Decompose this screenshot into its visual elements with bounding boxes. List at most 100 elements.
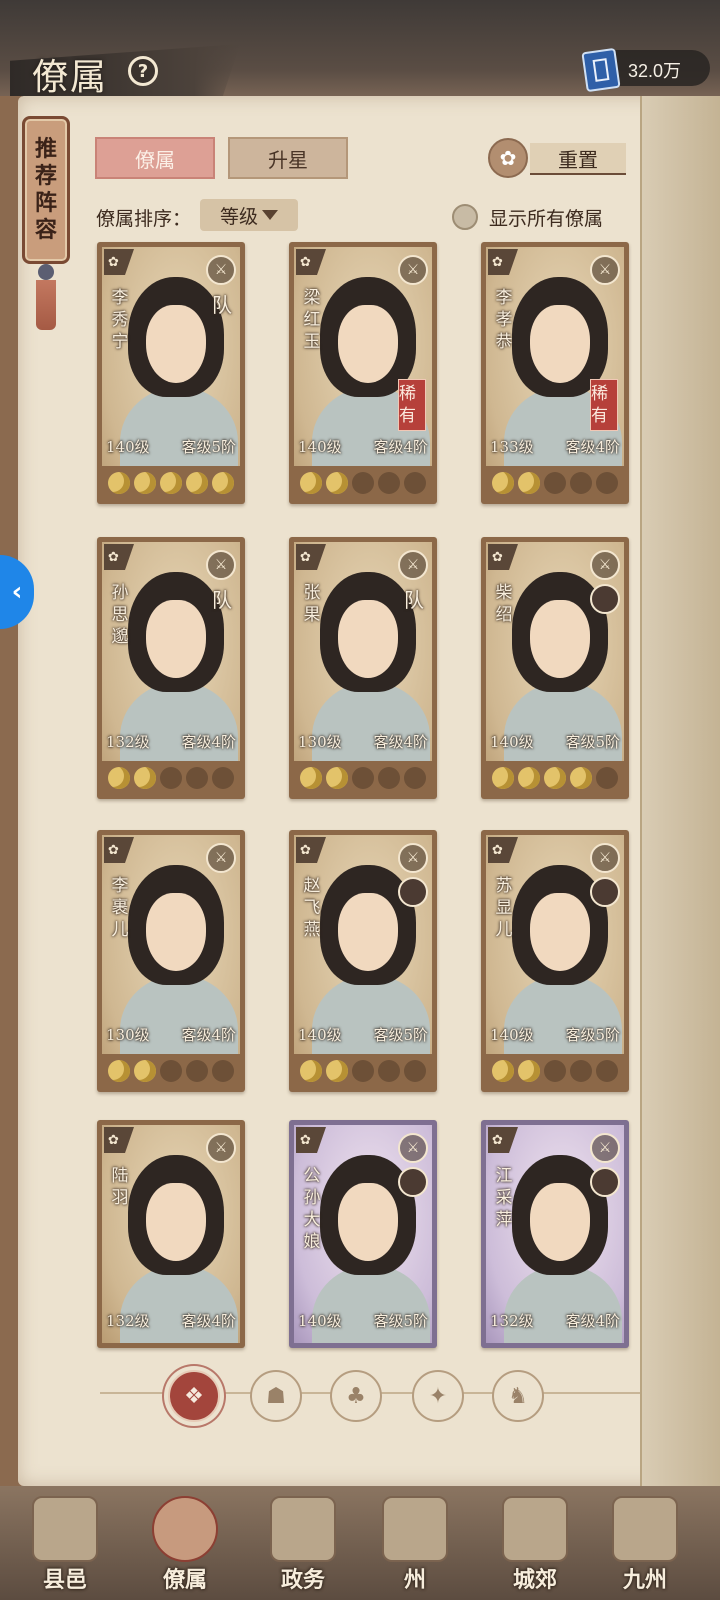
- retainer-level: 140级: [298, 1026, 342, 1044]
- name-char: 李: [111, 876, 129, 896]
- nav-item-prefecture[interactable]: 州: [370, 1496, 460, 1596]
- name-char: 羽: [111, 1188, 129, 1208]
- show-all-checkbox[interactable]: [452, 204, 478, 230]
- rare-badge: 稀有: [590, 379, 618, 431]
- retainer-card[interactable]: ✿ ⚔ 江采萍 132级 客级4阶: [481, 1120, 629, 1348]
- star-icon: [300, 471, 322, 494]
- name-char: 宁: [111, 332, 129, 352]
- star-icon: [378, 471, 400, 494]
- retainer-level: 132级: [106, 1312, 150, 1330]
- avatar: [590, 877, 620, 907]
- retainer-rank: 客级4阶: [373, 733, 428, 751]
- star-icon: [352, 766, 374, 789]
- star-icon: [160, 1059, 182, 1082]
- name-char: 孙: [111, 583, 129, 603]
- star-icon: [326, 1059, 348, 1082]
- retainer-card[interactable]: ✿ ⚔ 公孙大娘 140级 客级5阶: [289, 1120, 437, 1348]
- reset-button[interactable]: 重置: [530, 143, 626, 175]
- name-char: 陆: [111, 1166, 129, 1186]
- tab-retainers[interactable]: 僚属: [95, 137, 215, 179]
- recommended-lineup-button[interactable]: 推 荐 阵 容: [22, 116, 70, 264]
- faction-icon: ✿: [296, 249, 326, 275]
- gourd-filter-icon[interactable]: ♣: [330, 1370, 382, 1422]
- card-info: 132级 客级4阶: [102, 731, 240, 752]
- retainer-rank: 客级4阶: [181, 1312, 236, 1330]
- scholar-filter-icon[interactable]: ☗: [250, 1370, 302, 1422]
- retainer-level: 130级: [298, 733, 342, 751]
- portrait-face: [338, 893, 398, 971]
- retainer-card[interactable]: ✿ ⚔ 苏显儿 140级 客级5阶: [481, 830, 629, 1092]
- role-icon: ⚔: [398, 550, 428, 580]
- retainer-card[interactable]: ✿ ⚔ 李秀宁 队 140级 客级5阶: [97, 242, 245, 504]
- sort-label: 僚属排序：: [96, 208, 192, 230]
- star-icon: [492, 1059, 514, 1082]
- star-icon: [160, 471, 182, 494]
- star-icon: [108, 766, 130, 789]
- reset-icon[interactable]: ✿: [488, 138, 528, 178]
- portrait-face: [146, 893, 206, 971]
- fan-filter-icon[interactable]: ✦: [412, 1370, 464, 1422]
- nav-item-town[interactable]: 县邑: [20, 1496, 110, 1596]
- retainers-icon: [152, 1496, 218, 1562]
- portrait-face: [530, 305, 590, 383]
- name-char: 恭: [495, 332, 513, 352]
- name-char: 儿: [111, 920, 129, 940]
- question-icon[interactable]: ?: [128, 56, 158, 86]
- star-icon: [108, 1059, 130, 1082]
- retainer-level: 132级: [490, 1312, 534, 1330]
- all-filter-icon[interactable]: ❖: [168, 1370, 220, 1422]
- portrait-robe: [504, 1265, 622, 1343]
- nav-item-map[interactable]: 九州: [600, 1496, 690, 1596]
- name-char: 绍: [495, 605, 513, 625]
- retainer-portrait: ✿ ⚔ 赵飞燕: [294, 835, 432, 1087]
- star-row: [102, 466, 240, 499]
- retainer-name: 孙思邈: [108, 582, 132, 648]
- nav-item-retainers[interactable]: 僚属: [140, 1496, 230, 1596]
- rare-badge: 稀有: [398, 379, 426, 431]
- nav-item-affairs[interactable]: 政务: [258, 1496, 348, 1596]
- star-icon: [404, 1059, 426, 1082]
- portrait-face: [146, 600, 206, 678]
- retainer-card[interactable]: ✿ ⚔ 张果 队 130级 客级4阶: [289, 537, 437, 799]
- nav-label: 政务: [280, 1567, 325, 1593]
- retainer-portrait: ✿ ⚔ 李裹儿: [102, 835, 240, 1087]
- team-badge: 队: [404, 588, 424, 612]
- retainer-card[interactable]: ✿ ⚔ 李孝恭稀有 133级 客级4阶: [481, 242, 629, 504]
- retainer-card[interactable]: ✿ ⚔ 柴绍 140级 客级5阶: [481, 537, 629, 799]
- beast-filter-icon[interactable]: ♞: [492, 1370, 544, 1422]
- retainer-card[interactable]: ✿ ⚔ 梁红玉稀有 140级 客级4阶: [289, 242, 437, 504]
- retainer-rank: 客级4阶: [181, 733, 236, 751]
- star-icon: [134, 1059, 156, 1082]
- star-icon: [160, 766, 182, 789]
- name-char: 公: [303, 1166, 321, 1186]
- tab-star-up[interactable]: 升星: [228, 137, 348, 179]
- suburbs-icon: [502, 1496, 568, 1562]
- retainer-card[interactable]: ✿ ⚔ 孙思邈 队 132级 客级4阶: [97, 537, 245, 799]
- retainer-card[interactable]: ✿ ⚔ 赵飞燕 140级 客级5阶: [289, 830, 437, 1092]
- role-icon: ⚔: [206, 255, 236, 285]
- map-icon: [612, 1496, 678, 1562]
- star-icon: [570, 1059, 592, 1082]
- star-icon: [570, 766, 592, 789]
- name-char: 红: [303, 310, 321, 330]
- name-char: 赵: [303, 876, 321, 896]
- role-icon: ⚔: [590, 550, 620, 580]
- retainer-rank: 客级5阶: [373, 1026, 428, 1044]
- nav-item-suburbs[interactable]: 城郊: [490, 1496, 580, 1596]
- book-icon[interactable]: [581, 47, 621, 93]
- name-char: 显: [495, 898, 513, 918]
- retainer-card[interactable]: ✿ ⚔ 陆羽 132级 客级4阶: [97, 1120, 245, 1348]
- name-char: 邈: [111, 627, 129, 647]
- retainer-rank: 客级4阶: [565, 1312, 620, 1330]
- retainer-level: 132级: [106, 733, 150, 751]
- sort-dropdown[interactable]: 等级: [200, 199, 298, 231]
- retainer-card[interactable]: ✿ ⚔ 李裹儿 130级 客级4阶: [97, 830, 245, 1092]
- star-icon: [518, 766, 540, 789]
- name-char: 儿: [495, 920, 513, 940]
- star-icon: [492, 766, 514, 789]
- card-info: 132级 客级4阶: [102, 1310, 240, 1331]
- star-row: [294, 1054, 432, 1087]
- star-row: [294, 761, 432, 794]
- retainer-portrait: ✿ ⚔ 李孝恭稀有: [486, 247, 624, 499]
- team-badge: 队: [212, 293, 232, 317]
